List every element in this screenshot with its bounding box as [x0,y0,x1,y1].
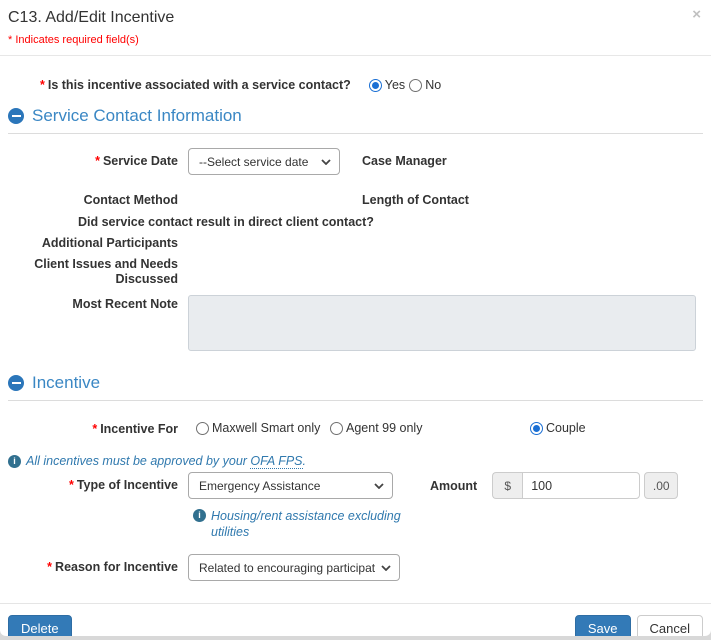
save-button[interactable]: Save [575,615,631,636]
section-service-contact-title: Service Contact Information [32,106,242,126]
info-icon: i [193,509,206,522]
approval-note-text: All incentives must be approved by your … [26,454,306,468]
radio-no-icon[interactable] [409,79,422,92]
type-of-incentive-row: *Type of Incentive Emergency Assistance … [8,472,703,499]
service-date-label: *Service Date [8,154,178,169]
radio-no-label: No [425,78,441,92]
amount-input-group: $ .00 [492,472,678,499]
chevron-down-icon [381,565,391,571]
radio-maxwell-icon[interactable] [196,422,209,435]
section-incentive-header[interactable]: Incentive [8,373,703,401]
client-issues-label: Client Issues and Needs Discussed [8,257,178,287]
most-recent-note-textarea [188,295,696,351]
length-of-contact-label: Length of Contact [362,193,703,208]
ofa-fps-link[interactable]: OFA FPS [250,454,302,469]
required-asterisk: * [40,78,45,92]
type-of-incentive-select[interactable]: Emergency Assistance [188,472,393,499]
section-incentive-title: Incentive [32,373,100,393]
delete-button[interactable]: Delete [8,615,72,636]
required-fields-note: * Indicates required field(s) [0,27,711,46]
reason-for-incentive-row: *Reason for Incentive Related to encoura… [8,554,703,581]
reason-for-incentive-label: *Reason for Incentive [8,560,178,575]
service-date-row: *Service Date --Select service date Case… [8,148,703,175]
cancel-button[interactable]: Cancel [637,615,703,636]
modal-title: C13. Add/Edit Incentive [0,0,711,27]
radio-option-maxwell-smart[interactable]: Maxwell Smart only [196,421,320,435]
service-date-select[interactable]: --Select service date [188,148,340,175]
approval-info-note: i All incentives must be approved by you… [8,454,703,468]
service-contact-question-label: *Is this incentive associated with a ser… [40,78,351,92]
radio-couple-icon[interactable] [530,422,543,435]
radio-yes-label: Yes [385,78,405,92]
chevron-down-icon [321,159,331,165]
reason-for-incentive-select[interactable]: Related to encouraging participation [188,554,400,581]
case-manager-label: Case Manager [362,154,703,169]
amount-input[interactable] [522,472,640,499]
additional-participants-label: Additional Participants [8,236,178,251]
radio-option-no[interactable]: No [409,78,441,92]
section-service-contact-header[interactable]: Service Contact Information [8,106,703,134]
radio-yes-icon[interactable] [369,79,382,92]
chevron-down-icon [374,483,384,489]
close-icon[interactable]: × [692,7,701,22]
contact-method-label: Contact Method [8,193,178,208]
client-issues-row: Client Issues and Needs Discussed [8,257,703,287]
radio-option-couple[interactable]: Couple [530,421,586,435]
most-recent-note-label: Most Recent Note [8,297,178,312]
type-help-note: i Housing/rent assistance excluding util… [193,508,408,540]
direct-client-contact-label: Did service contact result in direct cli… [78,215,703,229]
additional-participants-row: Additional Participants [8,236,703,251]
radio-option-agent-99[interactable]: Agent 99 only [330,421,422,435]
dollar-sign-addon: $ [492,472,522,499]
incentive-for-row: *Incentive For Maxwell Smart only Agent … [8,421,703,437]
modal-body: *Is this incentive associated with a ser… [0,78,711,581]
contact-method-row: Contact Method Length of Contact [8,193,703,208]
type-help-text: Housing/rent assistance excluding utilit… [211,508,408,540]
modal-footer: Delete Save Cancel [0,603,711,636]
amount-label: Amount [430,479,477,493]
header-divider [0,55,711,56]
incentive-for-label: *Incentive For [8,422,178,437]
incentive-for-radio-group: Maxwell Smart only Agent 99 only Couple [188,421,703,437]
most-recent-note-row: Most Recent Note [8,295,703,351]
type-of-incentive-label: *Type of Incentive [8,478,178,493]
info-icon: i [8,455,21,468]
radio-option-yes[interactable]: Yes [369,78,405,92]
service-contact-radio-group: Yes No [369,78,441,92]
service-contact-question-row: *Is this incentive associated with a ser… [8,78,703,92]
add-edit-incentive-modal: C13. Add/Edit Incentive × * Indicates re… [0,0,711,636]
cents-addon: .00 [644,472,678,499]
collapse-minus-icon[interactable] [8,108,24,124]
radio-agent99-icon[interactable] [330,422,343,435]
collapse-minus-icon[interactable] [8,375,24,391]
